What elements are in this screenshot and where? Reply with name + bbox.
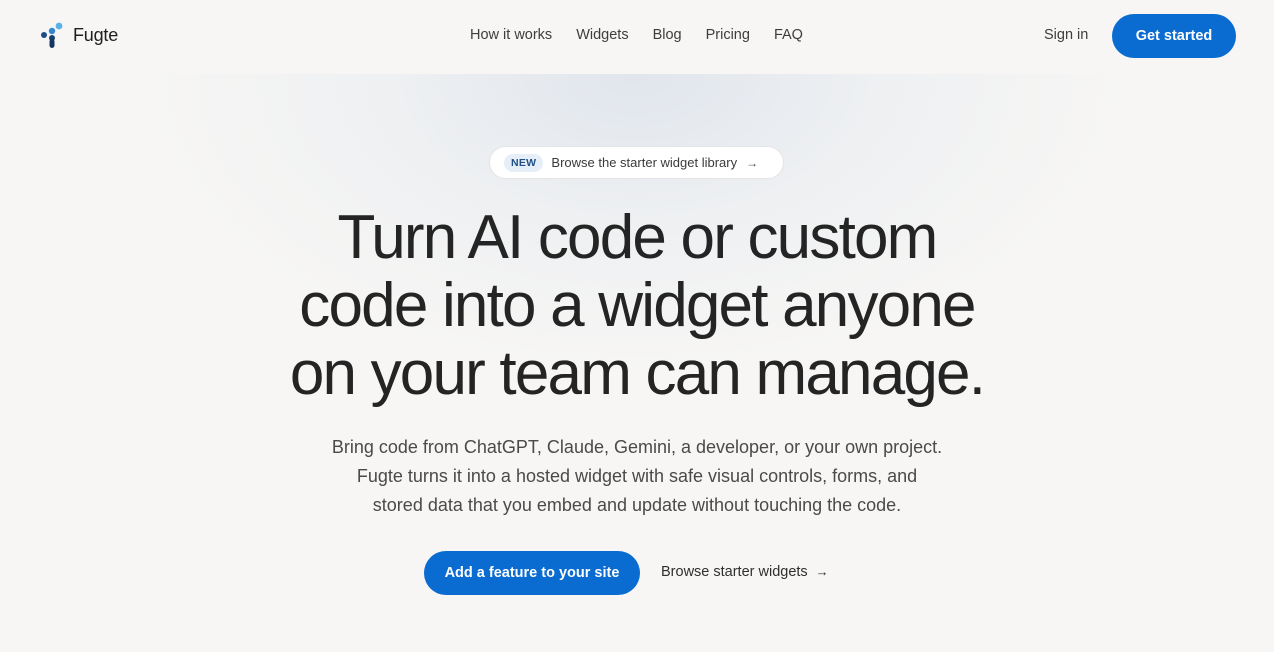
arrow-right-icon: → <box>815 564 829 579</box>
nav-pricing[interactable]: Pricing <box>706 27 750 43</box>
hero-title-line: on your team can manage. <box>289 339 986 408</box>
nav-widgets[interactable]: Widgets <box>576 27 628 43</box>
brand-name: Fugte <box>73 25 119 45</box>
fugte-logo-icon <box>41 22 63 48</box>
new-tag: NEW <box>504 153 544 172</box>
get-started-button[interactable]: Get started <box>1112 14 1236 58</box>
hero-subtitle-line: Bring code from ChatGPT, Claude, Gemini,… <box>331 437 943 457</box>
hero-subtitle-line: stored data that you embed and update wi… <box>372 495 902 515</box>
nav-blog[interactable]: Blog <box>653 27 682 43</box>
sign-in-link[interactable]: Sign in <box>1044 27 1088 43</box>
logo-link[interactable]: Fugte <box>40 22 118 49</box>
nav-how-it-works[interactable]: How it works <box>470 27 552 43</box>
main-nav: How it works Widgets Blog Pricing FAQ <box>470 27 803 43</box>
hero-title-line: Turn AI code or custom <box>337 203 938 272</box>
add-feature-button[interactable]: Add a feature to your site <box>424 551 640 595</box>
arrow-right-icon: → <box>746 155 759 170</box>
browse-starter-widgets-link[interactable]: Browse starter widgets → <box>661 564 829 580</box>
hero-subtitle: Bring code from ChatGPT, Claude, Gemini,… <box>287 433 987 520</box>
badge-text: Browse the starter widget library <box>551 155 738 170</box>
hero-title-line: code into a widget anyone <box>299 271 976 340</box>
hero-title: Turn AI code or custom code into a widge… <box>237 204 1037 408</box>
browse-label: Browse starter widgets <box>661 564 808 580</box>
hero-subtitle-line: Fugte turns it into a hosted widget with… <box>356 466 918 486</box>
site-header: Fugte How it works Widgets Blog Pricing … <box>0 0 1274 74</box>
starter-library-badge[interactable]: NEW Browse the starter widget library → <box>489 146 784 179</box>
nav-faq[interactable]: FAQ <box>774 27 803 43</box>
